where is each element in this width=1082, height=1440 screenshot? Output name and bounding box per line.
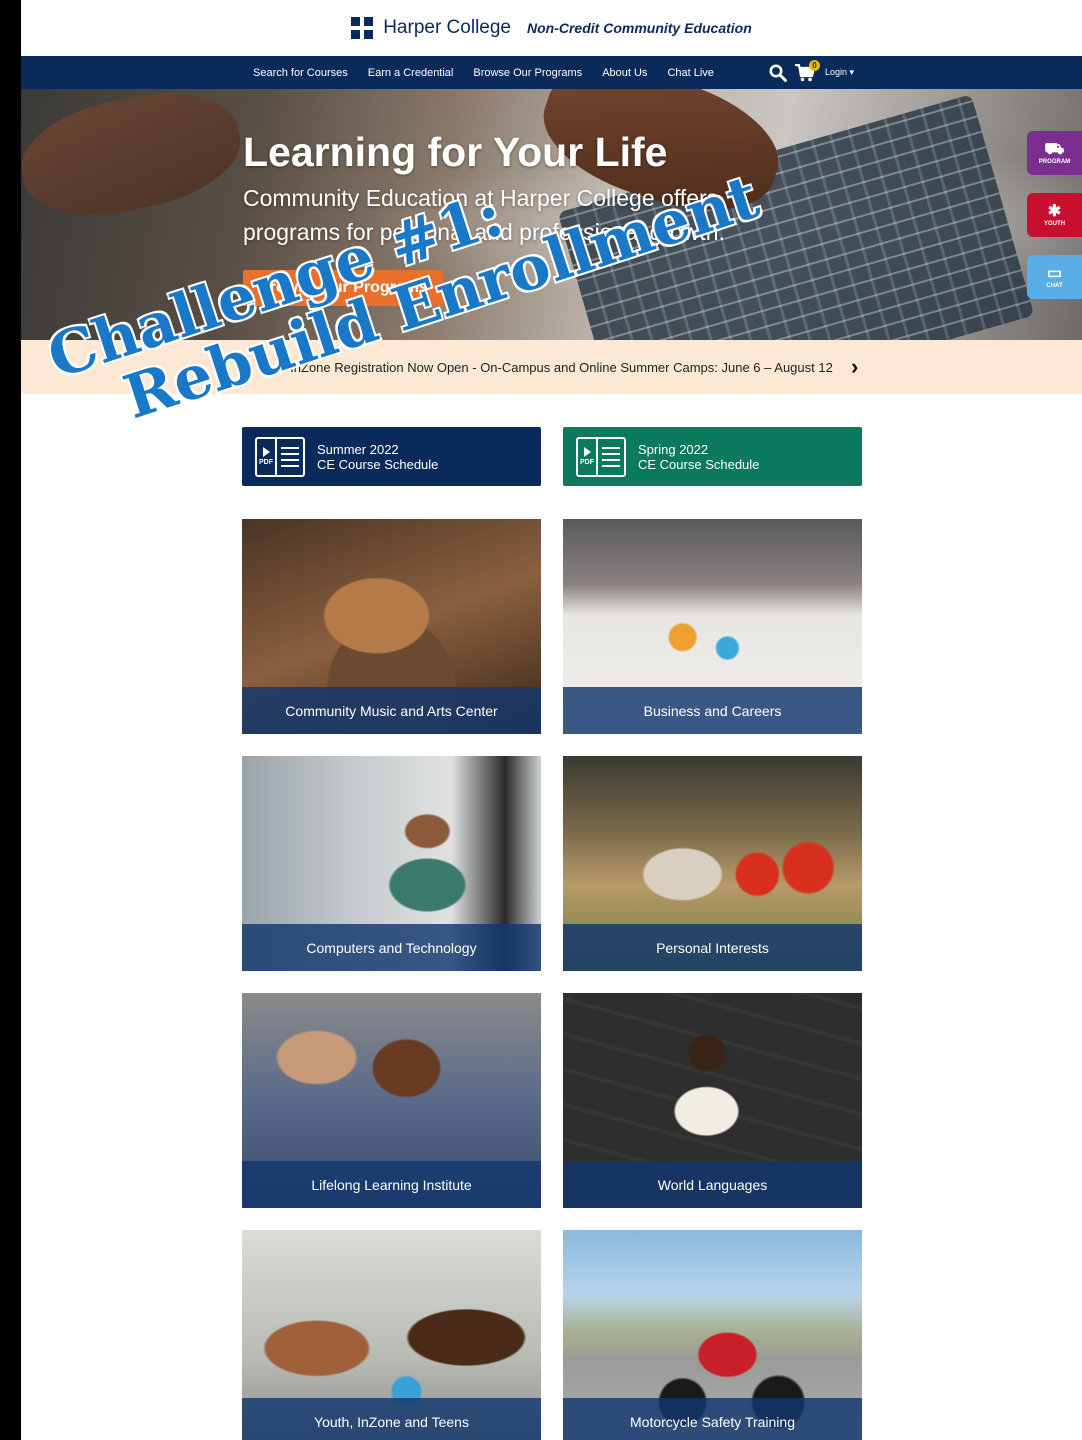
cart-button[interactable]: 0: [795, 59, 820, 82]
side-tab-youth[interactable]: ✱ YOUTH: [1027, 193, 1082, 237]
tile-caption: Lifelong Learning Institute: [242, 1161, 541, 1208]
schedule-subtitle: CE Course Schedule: [317, 456, 439, 472]
side-tab-label: YOUTH: [1044, 221, 1065, 227]
announcement-text[interactable]: InZone Registration Now Open - On-Campus…: [290, 360, 833, 375]
search-icon[interactable]: [769, 64, 787, 82]
brand-name[interactable]: Harper College: [383, 17, 511, 39]
pdf-icon: PDF: [255, 436, 305, 477]
chevron-left-icon[interactable]: ‹: [239, 354, 246, 380]
tile-world-languages[interactable]: World Languages: [563, 993, 862, 1208]
summer-schedule-button[interactable]: PDF Summer 2022 CE Course Schedule: [242, 427, 541, 486]
spring-schedule-button[interactable]: PDF Spring 2022 CE Course Schedule: [563, 427, 862, 486]
tile-business-careers[interactable]: Business and Careers: [563, 519, 862, 734]
login-dropdown[interactable]: Login ▾: [825, 67, 854, 78]
harper-logo-icon: [351, 17, 374, 39]
motorcycle-icon: ⛟: [1044, 141, 1065, 158]
nav-chat-live[interactable]: Chat Live: [667, 67, 713, 79]
chevron-right-icon[interactable]: ›: [851, 354, 858, 380]
pdf-icon: PDF: [576, 436, 626, 477]
tile-personal-interests[interactable]: Personal Interests: [563, 756, 862, 971]
tile-caption: Community Music and Arts Center: [242, 687, 541, 734]
hero-title: Learning for Your Life: [243, 129, 668, 175]
tile-computers-technology[interactable]: Computers and Technology: [242, 756, 541, 971]
tile-lifelong-learning[interactable]: Lifelong Learning Institute: [242, 993, 541, 1208]
chat-icon: ▭: [1046, 265, 1063, 282]
tile-music-arts[interactable]: Community Music and Arts Center: [242, 519, 541, 734]
main-nav: Search for Courses Earn a Credential Bro…: [21, 56, 1082, 89]
nav-earn-credential[interactable]: Earn a Credential: [368, 67, 454, 79]
tile-motorcycle-safety[interactable]: Motorcycle Safety Training: [563, 1230, 862, 1440]
nav-browse-programs[interactable]: Browse Our Programs: [473, 67, 582, 79]
youth-icon: ✱: [1047, 203, 1062, 220]
cart-count-badge: 0: [809, 59, 820, 71]
nav-search-courses[interactable]: Search for Courses: [253, 67, 348, 79]
brand-subtitle: Non-Credit Community Education: [527, 20, 752, 36]
side-tab-program[interactable]: ⛟ PROGRAM: [1027, 131, 1082, 175]
side-tab-label: PROGRAM: [1038, 159, 1071, 165]
tile-caption: Business and Careers: [563, 687, 862, 734]
schedule-subtitle: CE Course Schedule: [638, 456, 760, 472]
schedule-term: Spring 2022: [638, 441, 709, 457]
page: Harper College Non-Credit Community Educ…: [21, 0, 1082, 1440]
tile-youth-inzone-teens[interactable]: Youth, InZone and Teens: [242, 1230, 541, 1440]
browse-programs-button[interactable]: Browse Our Programs: [243, 270, 443, 306]
hero-banner: Learning for Your Life Community Educati…: [21, 89, 1082, 340]
side-tab-chat[interactable]: ▭ CHAT: [1027, 255, 1082, 299]
tile-caption: Computers and Technology: [242, 924, 541, 971]
tile-caption: Personal Interests: [563, 924, 862, 971]
program-tiles: Community Music and Arts Center Business…: [242, 519, 862, 1440]
tile-caption: Motorcycle Safety Training: [563, 1398, 862, 1440]
schedule-term: Summer 2022: [317, 441, 399, 457]
brand-bar: Harper College Non-Credit Community Educ…: [21, 0, 1082, 56]
schedule-buttons: PDF Summer 2022 CE Course Schedule PDF S…: [242, 427, 862, 486]
tile-caption: World Languages: [563, 1161, 862, 1208]
hand-image: [21, 89, 251, 231]
side-tab-label: CHAT: [1046, 283, 1063, 289]
tile-caption: Youth, InZone and Teens: [242, 1398, 541, 1440]
nav-about-us[interactable]: About Us: [602, 67, 647, 79]
hero-text: Community Education at Harper College of…: [243, 185, 725, 245]
announcement-strip: ‹ InZone Registration Now Open - On-Camp…: [21, 340, 1082, 394]
